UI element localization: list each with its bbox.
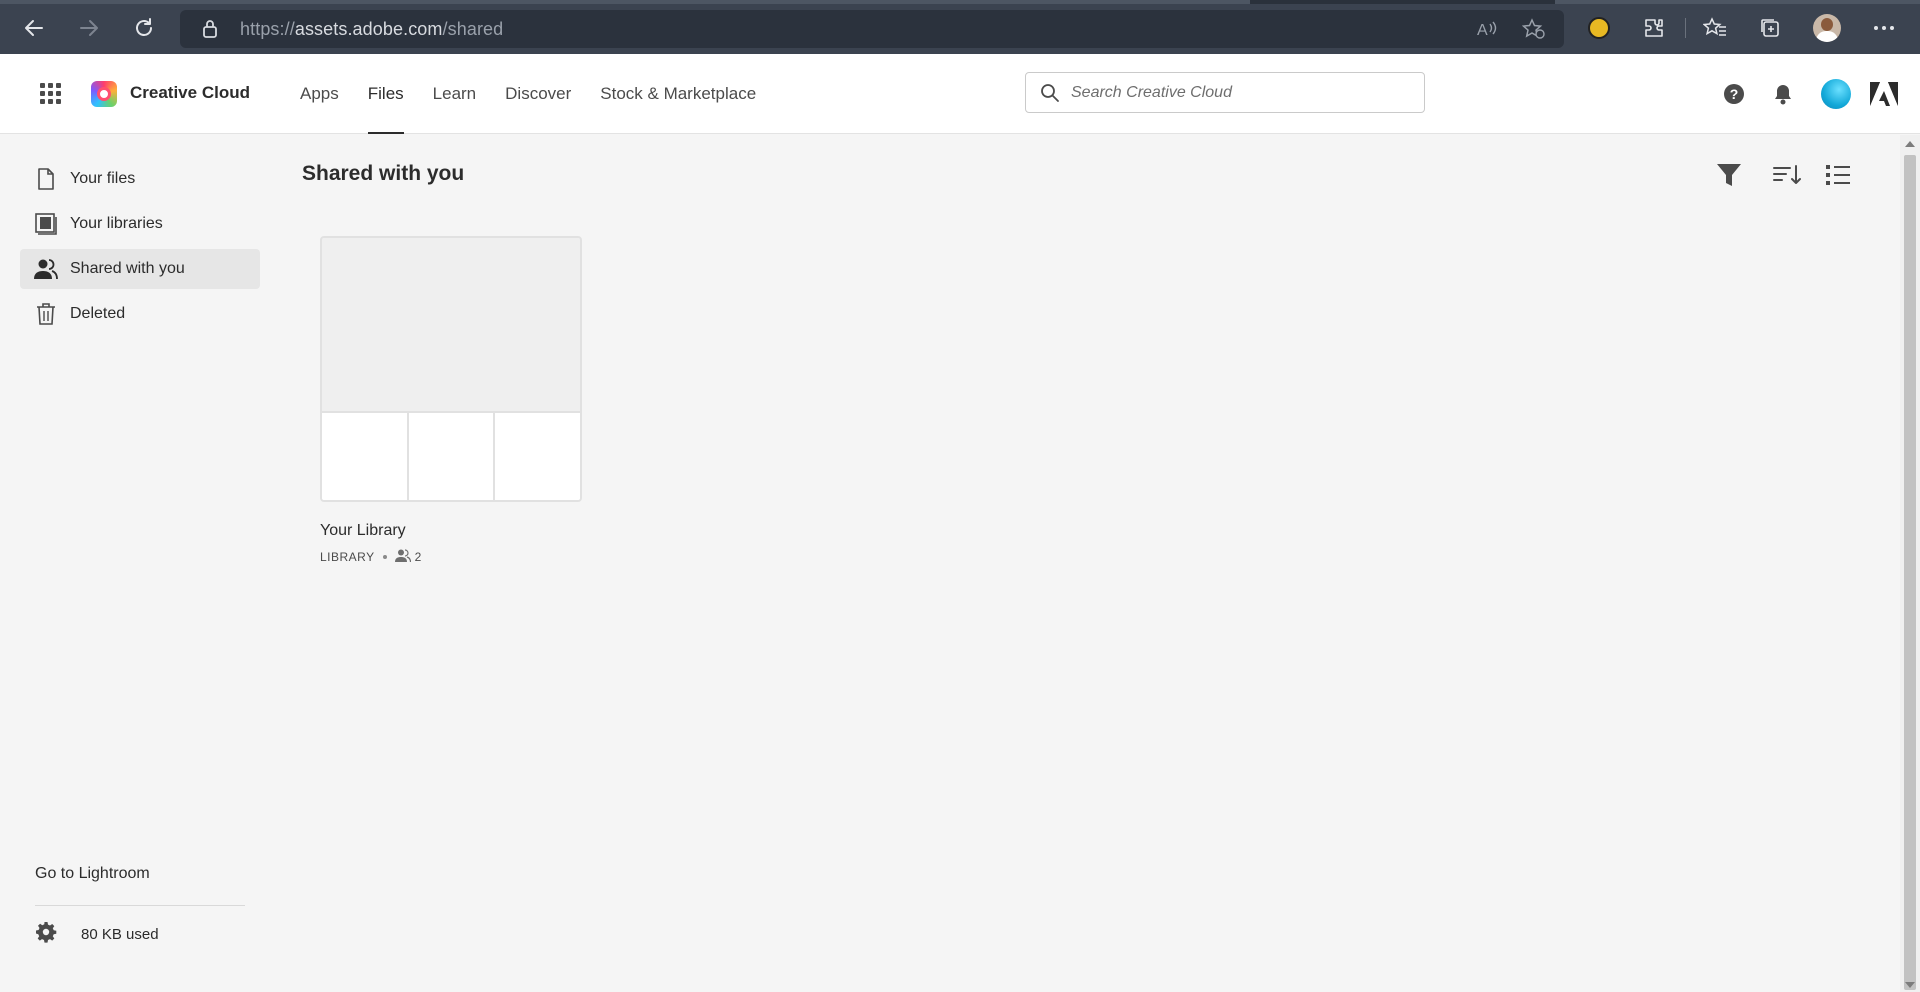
nav-stock-marketplace[interactable]: Stock & Marketplace bbox=[600, 54, 756, 134]
search-icon bbox=[1040, 83, 1060, 108]
sidebar-item-label: Shared with you bbox=[70, 260, 185, 277]
sidebar: Your files Your libraries Shared with yo… bbox=[0, 135, 280, 992]
read-aloud-icon[interactable]: A bbox=[1476, 19, 1498, 44]
collections-icon[interactable] bbox=[1754, 12, 1786, 44]
app-header: Creative Cloud Apps Files Learn Discover… bbox=[0, 54, 1920, 134]
collaborators-count: 2 bbox=[414, 550, 422, 564]
help-icon[interactable]: ? bbox=[1719, 79, 1749, 109]
scrollbar-thumb[interactable] bbox=[1904, 155, 1916, 990]
go-to-lightroom-link[interactable]: Go to Lightroom bbox=[35, 865, 150, 883]
sidebar-item-your-files[interactable]: Your files bbox=[20, 159, 260, 199]
nav-apps[interactable]: Apps bbox=[300, 54, 339, 134]
extension-icon[interactable] bbox=[1583, 12, 1615, 44]
library-thumbnail-slot bbox=[495, 413, 580, 500]
refresh-icon[interactable] bbox=[128, 12, 160, 44]
user-profile-avatar[interactable] bbox=[1821, 79, 1851, 109]
collaborators-icon bbox=[394, 549, 411, 565]
library-card-thumbnail[interactable] bbox=[320, 236, 582, 502]
filter-icon[interactable] bbox=[1712, 158, 1746, 192]
nav-files[interactable]: Files bbox=[367, 54, 404, 134]
add-favorite-icon[interactable] bbox=[1521, 18, 1546, 45]
sidebar-item-label: Your libraries bbox=[70, 215, 163, 232]
sidebar-item-shared-with-you[interactable]: Shared with you bbox=[20, 249, 260, 289]
url-host: assets.adobe.com bbox=[294, 19, 443, 39]
top-nav: Apps Files Learn Discover Stock & Market… bbox=[300, 54, 785, 134]
library-card-title[interactable]: Your Library bbox=[320, 522, 406, 540]
back-icon[interactable] bbox=[18, 12, 50, 44]
favorites-icon[interactable] bbox=[1699, 12, 1731, 44]
library-type-label: LIBRARY bbox=[320, 550, 375, 564]
browser-tab[interactable] bbox=[0, 0, 1250, 4]
list-view-icon[interactable] bbox=[1821, 158, 1855, 192]
storage-used-text: 80 KB used bbox=[81, 926, 159, 943]
nav-discover[interactable]: Discover bbox=[505, 54, 571, 134]
library-thumbnail-slot bbox=[408, 413, 496, 500]
page-scrollbar[interactable] bbox=[1900, 135, 1920, 992]
svg-text:A: A bbox=[1477, 22, 1488, 39]
extensions-puzzle-icon[interactable] bbox=[1638, 12, 1670, 44]
adobe-logo-icon[interactable] bbox=[1869, 79, 1899, 109]
scroll-down-arrow-icon[interactable] bbox=[1905, 982, 1915, 988]
nav-learn[interactable]: Learn bbox=[433, 54, 476, 134]
app-switcher-grid-icon[interactable] bbox=[40, 83, 62, 105]
toolbar-divider bbox=[1685, 18, 1686, 38]
sidebar-item-label: Deleted bbox=[70, 305, 126, 322]
url-text[interactable]: https://assets.adobe.com/shared bbox=[240, 19, 503, 40]
creative-cloud-logo-icon[interactable] bbox=[91, 81, 117, 107]
address-bar[interactable]: https://assets.adobe.com/shared A bbox=[180, 10, 1564, 48]
browser-toolbar: https://assets.adobe.com/shared A bbox=[0, 0, 1920, 54]
sidebar-divider bbox=[35, 905, 245, 906]
sidebar-item-label: Your files bbox=[70, 170, 136, 187]
lock-icon[interactable] bbox=[202, 19, 218, 44]
browser-tab-strip bbox=[0, 0, 1920, 4]
svg-text:?: ? bbox=[1730, 86, 1739, 102]
search-placeholder: Search Creative Cloud bbox=[1071, 84, 1232, 101]
trash-icon bbox=[34, 302, 58, 326]
library-icon bbox=[34, 212, 58, 236]
page-title: Shared with you bbox=[302, 162, 465, 185]
library-thumbnail-slot bbox=[322, 413, 409, 500]
library-thumbnail-row bbox=[322, 413, 580, 500]
meta-separator-dot bbox=[382, 555, 387, 559]
sidebar-item-deleted[interactable]: Deleted bbox=[20, 294, 260, 334]
storage-indicator: 80 KB used bbox=[35, 921, 159, 948]
notifications-bell-icon[interactable] bbox=[1768, 79, 1798, 109]
library-thumbnail-main bbox=[322, 238, 580, 413]
url-scheme: https:// bbox=[240, 19, 295, 39]
settings-gear-icon[interactable] bbox=[35, 921, 57, 948]
brand-name[interactable]: Creative Cloud bbox=[130, 83, 250, 103]
forward-icon[interactable] bbox=[73, 12, 105, 44]
shared-users-icon bbox=[34, 257, 58, 281]
scroll-up-arrow-icon[interactable] bbox=[1905, 141, 1915, 147]
library-card-meta: LIBRARY 2 bbox=[320, 549, 422, 565]
more-options-icon[interactable] bbox=[1868, 12, 1900, 44]
file-icon bbox=[34, 167, 58, 191]
browser-profile-avatar[interactable] bbox=[1811, 12, 1843, 44]
url-path: /shared bbox=[442, 19, 504, 39]
search-input[interactable]: Search Creative Cloud bbox=[1025, 72, 1425, 113]
browser-tab[interactable] bbox=[1555, 0, 1920, 4]
sidebar-item-your-libraries[interactable]: Your libraries bbox=[20, 204, 260, 244]
sort-icon[interactable] bbox=[1770, 158, 1804, 192]
